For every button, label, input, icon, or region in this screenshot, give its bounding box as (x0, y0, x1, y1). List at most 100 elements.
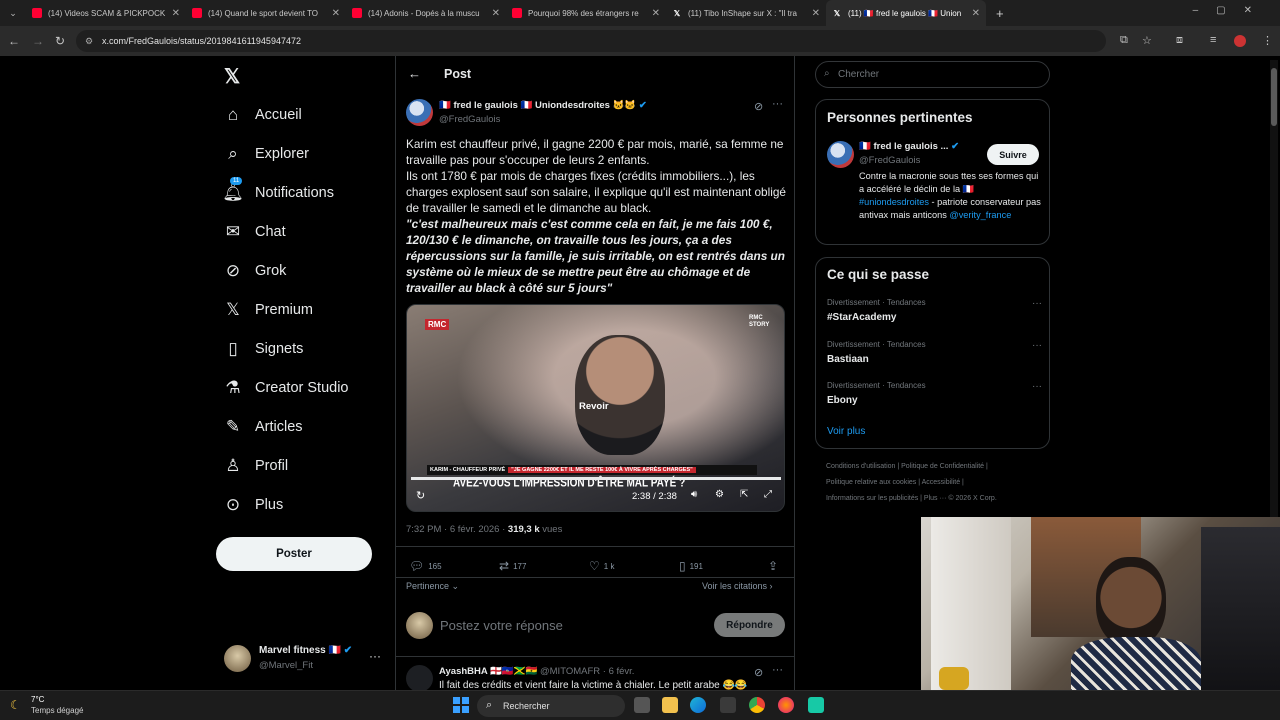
browser-tab-active[interactable]: 𝕏 (11) 🇫🇷 fred le gaulois 🇫🇷 Union ✕ (826, 0, 986, 26)
windows-start-icon[interactable] (453, 697, 469, 713)
close-tab-icon[interactable]: ✕ (972, 8, 980, 19)
browser-menu-icon[interactable]: ⋮ (1262, 34, 1273, 47)
browser-tab[interactable]: (14) Quand le sport devient TO ✕ (186, 0, 346, 26)
trend-item[interactable]: Divertissement · Tendances #StarAcademy … (827, 298, 1042, 323)
more-dots-icon[interactable]: ··· (369, 649, 381, 663)
hashtag-link[interactable]: #uniondesdroites (859, 197, 929, 207)
reply-input[interactable]: Postez votre réponse (440, 618, 563, 633)
person-handle[interactable]: @FredGaulois (859, 155, 920, 166)
store-icon[interactable] (720, 697, 736, 713)
footer-links[interactable]: Conditions d'utilisation | Politique de … (826, 463, 988, 470)
reply-author[interactable]: AyashBHA 🏴󠁧󠁢󠁥󠁮󠁧󠁿🇭🇹🇯🇲🇬🇭 @MITOMAFR · 6 fév… (439, 666, 634, 677)
footer-links[interactable]: Informations sur les publicités | Plus ·… (826, 495, 997, 502)
post-button[interactable]: Poster (216, 537, 372, 571)
author-name[interactable]: 🇫🇷 fred le gaulois 🇫🇷 Uniondesdroites 🐱🐱… (439, 100, 647, 111)
repost-button[interactable]: ⇄ 177 (499, 559, 526, 573)
like-button[interactable]: ♡ 1 k (589, 559, 614, 573)
nav-item-notifications[interactable]: 🔔︎ 11 Notifications (222, 177, 334, 205)
more-dots-icon[interactable]: ··· (772, 664, 783, 676)
nav-item-articles[interactable]: ✎ Articles (222, 415, 303, 439)
cast-icon[interactable]: ⧉ (1120, 34, 1128, 47)
browser-tab[interactable]: 𝕏 (11) Tibo InShape sur X : "Il tra ✕ (666, 0, 826, 26)
file-explorer-icon[interactable] (662, 697, 678, 713)
back-arrow-icon[interactable]: ← (408, 66, 421, 81)
reload-icon[interactable]: ↻ (55, 34, 65, 48)
replay-label[interactable]: Revoir (579, 401, 609, 412)
browser-tab[interactable]: (14) Videos SCAM & PICKPOCK ✕ (26, 0, 186, 26)
video-player[interactable]: RMC RMC STORY Revoir KARIM - CHAUFFEUR P… (406, 304, 785, 512)
settings-gear-icon[interactable]: ⚙ (715, 489, 724, 500)
author-avatar[interactable] (406, 99, 433, 126)
trend-item[interactable]: Divertissement · Tendances Bastiaan ··· (827, 340, 1042, 365)
reply-count-button[interactable]: 💬︎ 165 (409, 559, 442, 573)
nav-item-premium[interactable]: 𝕏 Premium (222, 298, 313, 322)
share-button[interactable]: ⇪ (768, 559, 778, 573)
grok-icon[interactable]: ⊘ (754, 100, 763, 113)
nav-item-creator-studio[interactable]: ⚗ Creator Studio (222, 376, 348, 400)
edge-icon[interactable] (690, 697, 706, 713)
search-input[interactable]: ⌕ Chercher (815, 61, 1050, 88)
avatar[interactable] (406, 665, 433, 692)
x-logo-icon[interactable]: 𝕏 (224, 64, 240, 89)
star-bookmark-icon[interactable]: ☆ (1142, 34, 1152, 47)
popout-icon[interactable]: ⇱ (740, 489, 748, 500)
author-handle[interactable]: @FredGaulois (439, 114, 500, 125)
volume-icon[interactable]: 🔊︎ (691, 489, 697, 500)
more-dots-icon[interactable]: ··· (1032, 298, 1042, 309)
scrollbar-thumb[interactable] (1271, 68, 1277, 126)
fullscreen-icon[interactable]: ⤢ (764, 489, 772, 500)
nav-item-chat[interactable]: ✉ Chat (222, 220, 286, 244)
new-tab-icon[interactable]: + (996, 6, 1004, 21)
relevance-dropdown[interactable]: Pertinence ⌄ (406, 581, 459, 592)
back-arrow-icon[interactable]: ← (8, 34, 20, 48)
grok-icon[interactable]: ⊘ (754, 666, 763, 679)
avatar[interactable] (827, 141, 854, 168)
weather-desc[interactable]: Temps dégagé (31, 706, 83, 715)
url-field[interactable]: ⚙ x.com/FredGaulois/status/2019841611945… (76, 30, 1106, 52)
profile-avatar[interactable] (1234, 35, 1246, 47)
person-name[interactable]: 🇫🇷 fred le gaulois ... ✔ (859, 141, 959, 152)
forward-arrow-icon[interactable]: → (32, 34, 44, 48)
taskbar-search[interactable]: ⌕ Rechercher (477, 695, 625, 717)
nav-item-explore[interactable]: ⌕ Explorer (222, 142, 309, 166)
tab-title: (11) Tibo InShape sur X : "Il tra (688, 8, 797, 18)
moon-weather-icon[interactable]: ☾ (10, 698, 21, 712)
nav-item-home[interactable]: ⌂ Accueil (222, 103, 302, 127)
more-dots-icon[interactable]: ··· (1032, 381, 1042, 392)
show-more-link[interactable]: Voir plus (827, 426, 865, 437)
view-quotes-link[interactable]: Voir les citations › (702, 581, 773, 591)
task-view-icon[interactable] (634, 697, 650, 713)
account-switcher[interactable]: Marvel fitness 🇫🇷 ✔ @Marvel_Fit ··· (224, 643, 384, 675)
site-info-icon[interactable]: ⚙ (85, 36, 93, 47)
mention-link[interactable]: @verity_france (949, 210, 1011, 220)
app-icon[interactable] (808, 697, 824, 713)
close-tab-icon[interactable]: ✕ (652, 8, 660, 19)
firefox-icon[interactable] (778, 697, 794, 713)
reply-button[interactable]: Répondre (714, 613, 785, 637)
window-controls[interactable]: –▢✕ (1193, 5, 1270, 16)
close-tab-icon[interactable]: ✕ (812, 8, 820, 19)
follow-button[interactable]: Suivre (987, 144, 1039, 165)
more-dots-icon[interactable]: ··· (1032, 340, 1042, 351)
replay-icon[interactable]: ↻ (416, 489, 425, 502)
nav-item-more[interactable]: ⊙ Plus (222, 493, 283, 517)
close-tab-icon[interactable]: ✕ (332, 8, 340, 19)
weather-temp[interactable]: 7°C (31, 695, 44, 704)
close-tab-icon[interactable]: ✕ (492, 8, 500, 19)
nav-item-bookmarks[interactable]: ▯ Signets (222, 337, 303, 361)
footer-links[interactable]: Politique relative aux cookies | Accessi… (826, 479, 964, 486)
reading-list-icon[interactable]: ≡ (1210, 34, 1216, 46)
bookmark-button[interactable]: ▯ 191 (679, 559, 703, 573)
more-dots-icon[interactable]: ··· (772, 98, 783, 110)
timestamp-text[interactable]: 7:32 PM · 6 févr. 2026 · (406, 524, 508, 535)
video-progress-bar[interactable] (411, 477, 781, 480)
extensions-icon[interactable]: ⧈ (1176, 34, 1183, 47)
nav-item-profile[interactable]: ♙ Profil (222, 454, 288, 478)
chrome-icon[interactable] (749, 697, 765, 713)
browser-tab[interactable]: (14) Adonis - Dopés à la muscu ✕ (346, 0, 506, 26)
trend-item[interactable]: Divertissement · Tendances Ebony ··· (827, 381, 1042, 406)
close-tab-icon[interactable]: ✕ (172, 8, 180, 19)
nav-item-grok[interactable]: ⊘ Grok (222, 259, 287, 283)
browser-tab[interactable]: Pourquoi 98% des étrangers re ✕ (506, 0, 666, 26)
tab-search-chevron-icon[interactable]: ⌄ (0, 8, 26, 19)
